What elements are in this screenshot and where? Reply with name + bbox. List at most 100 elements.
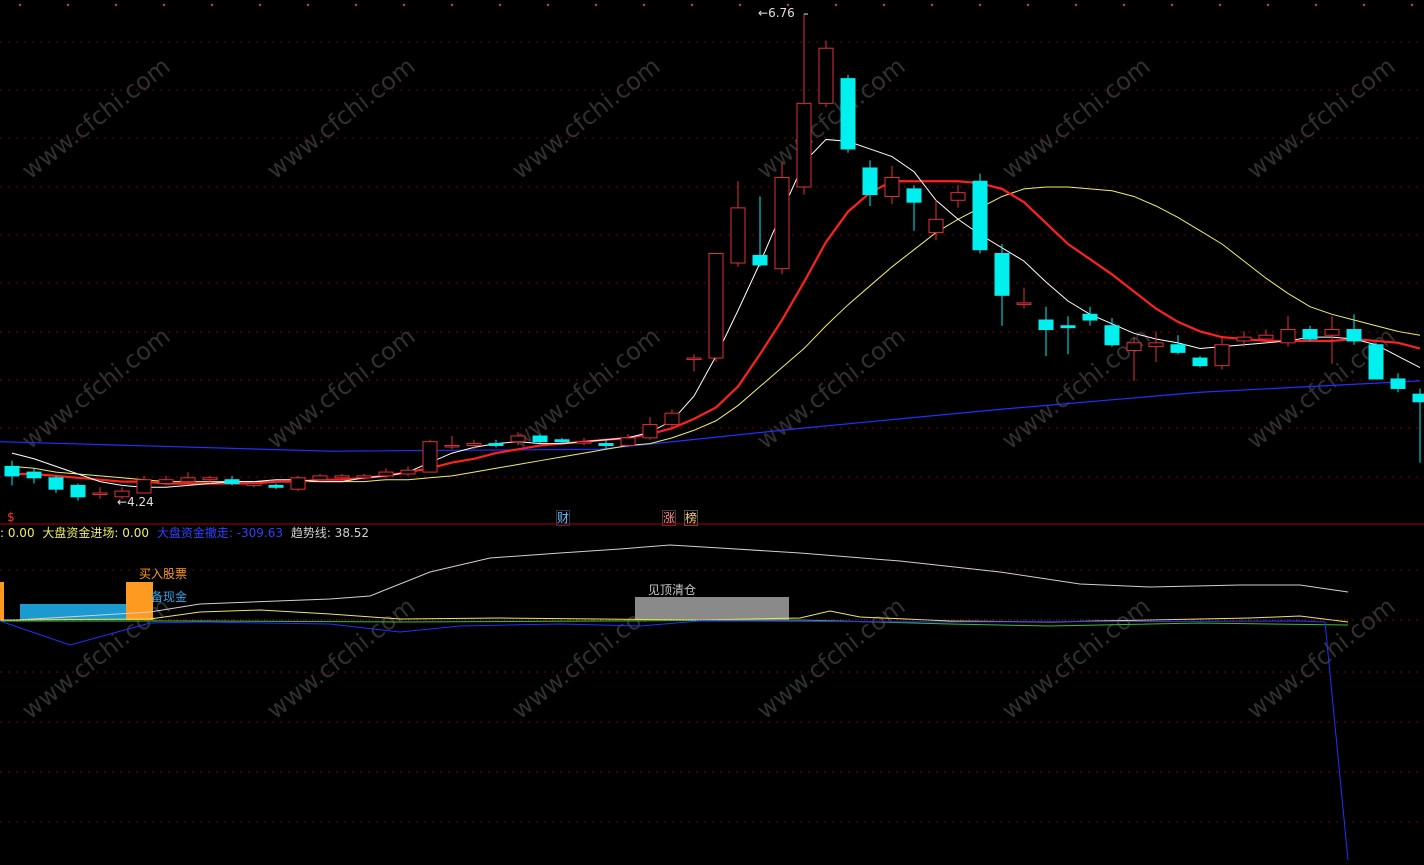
candle-body: [796, 102, 812, 188]
candle-body: [1302, 329, 1318, 340]
candle-body: [158, 479, 174, 484]
candle: [488, 439, 504, 448]
top-clear-bar: [635, 597, 789, 620]
candle: [1060, 316, 1076, 355]
candle: [4, 460, 20, 486]
candle: [1170, 335, 1186, 355]
candle-body: [620, 437, 636, 446]
top-tick-dot: [66, 3, 70, 7]
top-tick-dot: [210, 3, 214, 7]
candle: [1016, 287, 1032, 309]
candle-body: [994, 253, 1010, 296]
ma60-line: [0, 380, 1421, 452]
top-tick-dot: [1362, 3, 1366, 7]
candle: [752, 196, 768, 267]
top-tick-dot: [114, 3, 118, 7]
candle: [1104, 318, 1120, 347]
candle-body: [246, 482, 262, 486]
candle: [708, 253, 724, 362]
candle-body: [1104, 325, 1120, 346]
candle-body: [356, 475, 372, 479]
top-tick-dot: [18, 3, 22, 7]
candle-body: [598, 443, 614, 446]
candle-body: [554, 439, 570, 443]
candle-body: [818, 47, 834, 104]
candle-body: [928, 218, 944, 234]
indicator-value-0: : 0.00: [0, 526, 35, 540]
candle: [1412, 388, 1424, 463]
candle: [1302, 325, 1318, 341]
candle-body: [136, 479, 152, 494]
event-marker-dollar[interactable]: $: [7, 510, 15, 524]
candle-body: [444, 444, 460, 448]
candle-body: [400, 469, 416, 475]
watermark-text: www.cfchi.com: [1241, 592, 1400, 725]
buy-signal-bar: [126, 582, 153, 620]
candle: [48, 475, 64, 493]
top-tick-dot: [498, 3, 502, 7]
event-marker-rise[interactable]: 涨: [662, 510, 677, 526]
candle: [1390, 373, 1406, 393]
candle-body: [312, 475, 328, 481]
candle-body: [1192, 357, 1208, 367]
top-tick-dot: [834, 3, 838, 7]
candle-body: [1236, 336, 1252, 342]
top-tick-dot: [546, 3, 550, 7]
watermark-text: www.cfchi.com: [261, 322, 420, 455]
candle-body: [950, 192, 966, 201]
candle-body: [862, 167, 878, 196]
candle-body: [532, 435, 548, 443]
candle: [774, 162, 790, 275]
candle: [1368, 342, 1384, 380]
top-tick-dot: [1026, 3, 1030, 7]
watermark-text: www.cfchi.com: [996, 322, 1155, 455]
candle-body: [510, 435, 526, 443]
candle-body: [906, 188, 922, 203]
event-marker-rank[interactable]: 榜: [684, 510, 699, 526]
candle: [92, 487, 108, 499]
candle-body: [268, 484, 284, 488]
candle-body: [1016, 302, 1032, 305]
candle-body: [1126, 342, 1142, 351]
event-marker-finance[interactable]: 财: [556, 510, 571, 526]
candle: [1082, 306, 1098, 326]
candle-body: [378, 471, 394, 477]
grid-layer: [0, 3, 1424, 823]
candle-body: [422, 441, 438, 473]
candle-body: [1038, 319, 1054, 331]
candle-body: [202, 477, 218, 481]
candle-body: [972, 180, 988, 251]
candle: [642, 416, 658, 440]
candle-body: [686, 357, 702, 361]
candle: [840, 74, 856, 153]
top-tick-dot: [882, 3, 886, 7]
top-tick-dot: [402, 3, 406, 7]
watermark-text: www.cfchi.com: [1241, 52, 1400, 185]
top-tick-dot: [594, 3, 598, 7]
indicator-info-bar: : 0.00 大盘资金进场: 0.00 大盘资金撤走: -309.63 趋势线:…: [0, 526, 373, 540]
candle-body: [664, 412, 680, 426]
candle-body: [884, 176, 900, 197]
low-value: 4.24: [127, 495, 154, 509]
hold-cash-bar: [20, 604, 127, 620]
indicator-value-outflow: 大盘资金撤走: -309.63: [156, 526, 283, 540]
candle-body: [488, 443, 504, 446]
candle-body: [1214, 344, 1230, 367]
top-tick-dot: [690, 3, 694, 7]
high-value: 6.76: [768, 6, 795, 20]
watermark-text: www.cfchi.com: [16, 52, 175, 185]
top-tick-dot: [978, 3, 982, 7]
low-arrow: ←: [117, 495, 128, 509]
candle-body: [708, 253, 724, 359]
top-tick-dot: [1314, 3, 1318, 7]
watermark-text: www.cfchi.com: [261, 52, 420, 185]
candle: [444, 435, 460, 450]
candle: [928, 200, 944, 241]
top-tick-dot: [738, 3, 742, 7]
buy-signal-label: 买入股票: [139, 567, 188, 581]
candle-body: [752, 254, 768, 266]
top-tick-dot: [354, 3, 358, 7]
hold-cash-label: 备现金: [151, 590, 188, 604]
candle: [994, 243, 1010, 326]
candle-body: [70, 484, 86, 498]
